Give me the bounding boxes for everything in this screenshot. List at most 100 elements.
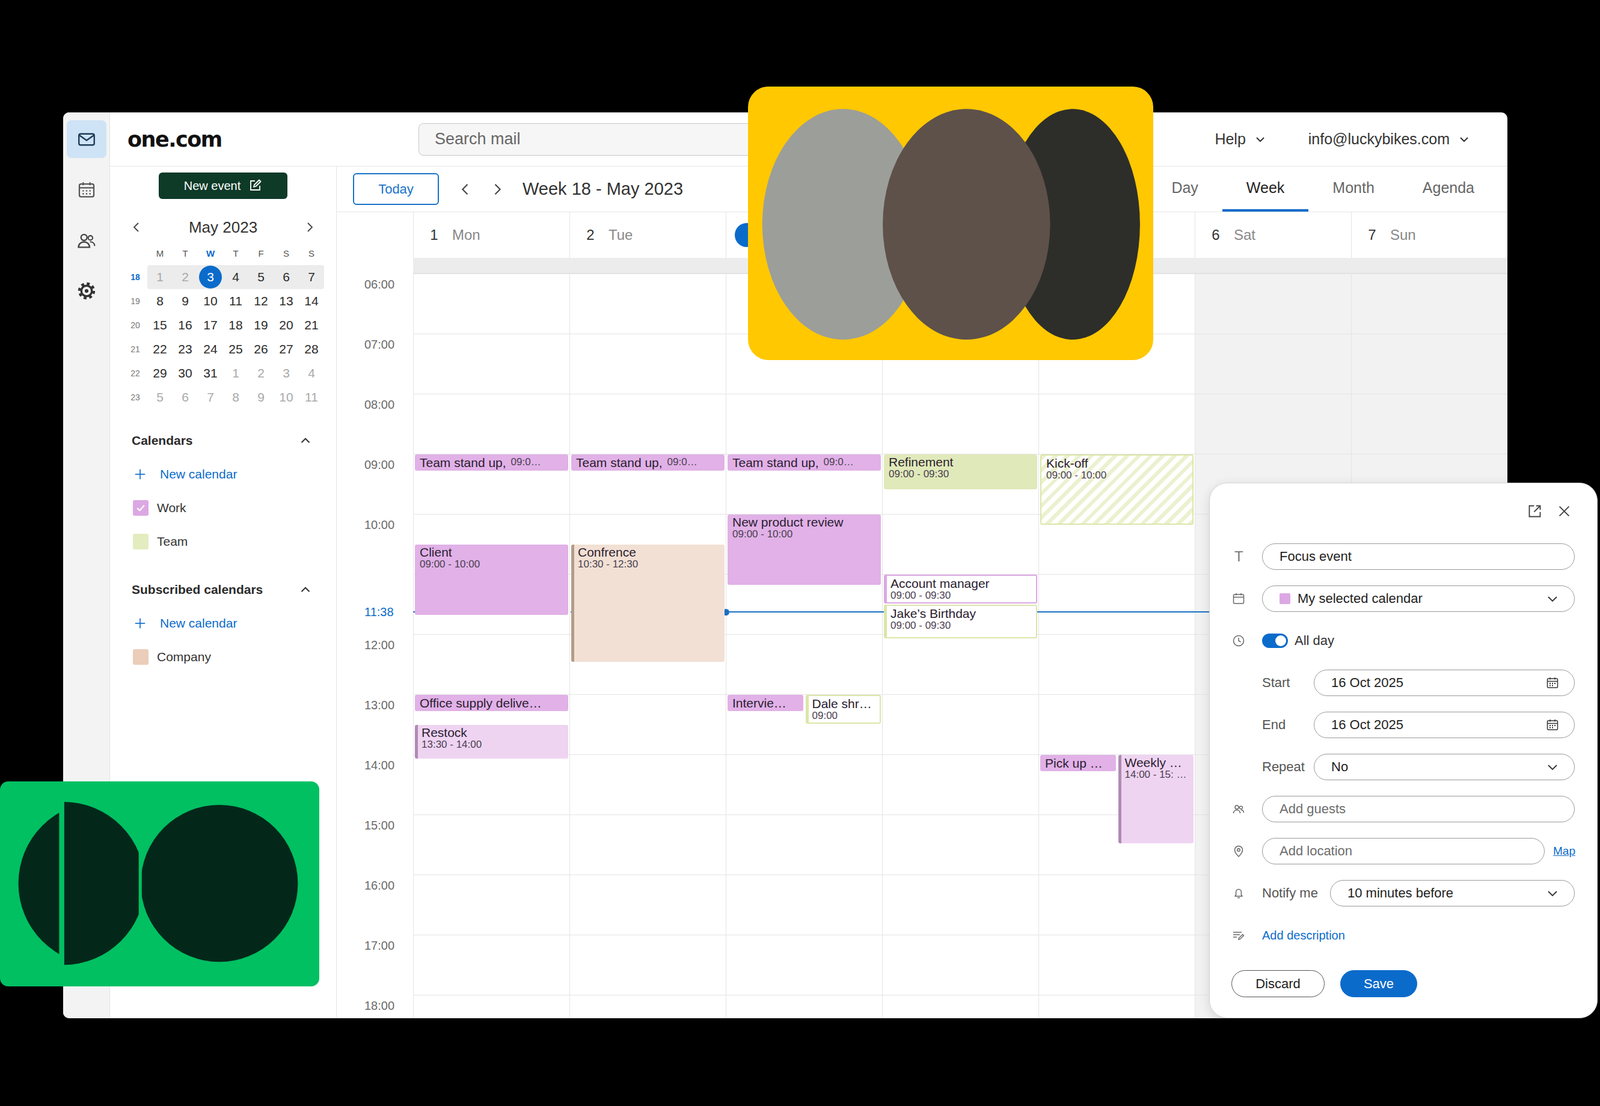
chevron-left-icon[interactable] xyxy=(456,180,474,198)
calendar-event[interactable]: Restock13:30 - 14:00 xyxy=(414,725,569,759)
add-description-link[interactable]: Add description xyxy=(1262,928,1346,943)
day-cell[interactable]: 22 xyxy=(147,337,173,362)
calendar-item[interactable]: Company xyxy=(110,640,337,675)
guests-field[interactable]: Add guests xyxy=(1262,796,1575,823)
section-header[interactable]: Calendars xyxy=(110,423,337,458)
day-header[interactable]: 7Sun xyxy=(1351,212,1508,258)
chevron-right-icon[interactable] xyxy=(302,220,317,235)
day-cell[interactable]: 4 xyxy=(223,265,249,290)
open-external-icon[interactable] xyxy=(1526,503,1543,520)
help-menu[interactable]: Help xyxy=(1214,130,1267,148)
day-column[interactable]: Team stand up,09:0… Confrence10:30 - 12:3… xyxy=(569,273,726,1019)
day-cell[interactable]: 19 xyxy=(248,313,274,338)
day-cell[interactable]: 1 xyxy=(147,265,173,290)
view-tab[interactable]: Day xyxy=(1147,166,1222,212)
account-menu[interactable]: info@luckybikes.com xyxy=(1308,130,1472,148)
view-tab[interactable]: Agenda xyxy=(1398,166,1499,212)
calendar-event[interactable]: Team stand up,09:0… xyxy=(727,454,881,471)
repeat-select[interactable]: No xyxy=(1313,754,1575,781)
today-button[interactable]: Today xyxy=(352,173,439,206)
chevron-left-icon[interactable] xyxy=(129,220,144,235)
calendar-checkbox[interactable] xyxy=(132,500,149,516)
rail-button[interactable] xyxy=(66,271,107,310)
date-field[interactable]: 16 Oct 2025 xyxy=(1313,711,1575,739)
day-cell[interactable]: 7 xyxy=(298,265,325,290)
rail-button[interactable] xyxy=(66,221,107,260)
section-header[interactable]: Subscribed calendars xyxy=(110,573,337,607)
save-button[interactable]: Save xyxy=(1340,970,1418,998)
rail-button[interactable] xyxy=(66,120,107,159)
day-cell[interactable]: 3 xyxy=(273,361,299,386)
map-link[interactable]: Map xyxy=(1553,844,1576,859)
day-cell[interactable]: 6 xyxy=(172,385,198,410)
day-cell[interactable]: 5 xyxy=(147,385,173,410)
day-cell[interactable]: 11 xyxy=(223,289,249,314)
day-cell[interactable]: 28 xyxy=(298,337,325,362)
day-cell[interactable]: 24 xyxy=(197,337,224,362)
day-header[interactable]: 1Mon xyxy=(413,212,570,258)
day-cell[interactable]: 6 xyxy=(273,265,299,290)
calendar-item[interactable]: Work xyxy=(110,491,337,525)
calendar-event[interactable]: Jake’s Birthday09:00 - 09:30 xyxy=(883,604,1038,639)
day-column[interactable]: Refinement09:00 - 09:30 Account manager09… xyxy=(882,273,1039,1019)
day-cell[interactable]: 25 xyxy=(223,337,249,362)
calendar-event[interactable]: New product review09:00 - 10:00 xyxy=(727,514,881,586)
calendar-event[interactable]: Team stand up,09:0… xyxy=(414,454,569,471)
day-cell[interactable]: 10 xyxy=(273,385,299,410)
discard-button[interactable]: Discard xyxy=(1231,970,1325,998)
view-tab[interactable]: Week xyxy=(1222,166,1309,212)
day-cell[interactable]: 17 xyxy=(197,313,224,338)
day-column[interactable]: Kick-off09:00 - 10:00Pick up …Weekly …14… xyxy=(1038,273,1195,1019)
day-cell[interactable]: 29 xyxy=(147,361,173,386)
calendar-event[interactable]: Kick-off09:00 - 10:00 xyxy=(1040,454,1194,525)
day-cell[interactable]: 1 xyxy=(223,361,249,386)
day-cell[interactable]: 9 xyxy=(248,385,274,410)
calendar-select[interactable]: My selected calendar xyxy=(1262,585,1575,613)
day-cell[interactable]: 10 xyxy=(197,289,224,314)
day-cell[interactable]: 2 xyxy=(172,265,198,290)
day-cell[interactable]: 8 xyxy=(223,385,249,410)
day-column[interactable]: Team stand up,09:0… New product review09:… xyxy=(725,273,883,1019)
day-cell[interactable]: 9 xyxy=(172,289,198,314)
day-cell[interactable]: 7 xyxy=(197,385,224,410)
day-column[interactable]: Team stand up,09:0…Client09:00 - 10:00Of… xyxy=(413,273,570,1019)
all-day-toggle[interactable] xyxy=(1262,633,1288,649)
calendar-event[interactable]: Confrence10:30 - 12:30 xyxy=(571,544,725,663)
calendar-checkbox[interactable] xyxy=(132,649,149,666)
day-cell[interactable]: 23 xyxy=(172,337,198,362)
calendar-event[interactable]: Team stand up,09:0… xyxy=(571,454,725,471)
day-cell[interactable]: 26 xyxy=(248,337,274,362)
day-header[interactable]: 6Sat xyxy=(1194,212,1352,258)
chevron-right-icon[interactable] xyxy=(488,180,506,198)
day-cell[interactable]: 30 xyxy=(172,361,198,386)
day-cell[interactable]: 16 xyxy=(172,313,198,338)
day-cell[interactable]: 3 xyxy=(197,265,224,290)
day-cell[interactable]: 18 xyxy=(223,313,249,338)
day-cell[interactable]: 2 xyxy=(248,361,274,386)
new-event-button[interactable]: New event xyxy=(158,172,288,200)
day-cell[interactable]: 12 xyxy=(248,289,274,314)
calendar-event[interactable]: Refinement09:00 - 09:30 xyxy=(883,454,1038,490)
day-header[interactable]: 2Tue xyxy=(569,212,726,258)
logo[interactable]: one.com xyxy=(110,127,337,152)
day-cell[interactable]: 8 xyxy=(147,289,173,314)
day-cell[interactable]: 27 xyxy=(273,337,299,362)
calendar-event[interactable]: Pick up … xyxy=(1040,755,1116,772)
close-icon[interactable] xyxy=(1556,503,1573,520)
calendar-event[interactable]: Office supply delive… xyxy=(414,695,569,712)
day-cell[interactable]: 15 xyxy=(147,313,173,338)
calendar-event[interactable]: Account manager09:00 - 09:30 xyxy=(883,574,1038,604)
date-field[interactable]: 16 Oct 2025 xyxy=(1313,669,1575,697)
calendar-event[interactable]: Dale shr…09:00 xyxy=(805,695,882,724)
day-cell[interactable]: 5 xyxy=(248,265,274,290)
rail-button[interactable] xyxy=(66,170,107,209)
view-tab[interactable]: Month xyxy=(1308,166,1398,212)
new-calendar-link[interactable]: New calendar xyxy=(110,457,337,492)
day-cell[interactable]: 21 xyxy=(298,313,325,338)
day-cell[interactable]: 14 xyxy=(298,289,325,314)
notify-select[interactable]: 10 minutes before xyxy=(1330,880,1575,907)
calendar-checkbox[interactable] xyxy=(132,533,149,550)
title-field[interactable]: Focus event xyxy=(1262,543,1575,571)
day-cell[interactable]: 20 xyxy=(273,313,299,338)
new-calendar-link[interactable]: New calendar xyxy=(110,606,337,641)
